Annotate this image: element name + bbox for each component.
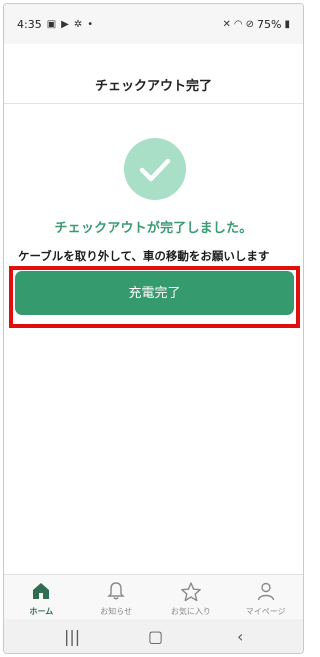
system-nav-bar: ||| ▢ ‹: [4, 619, 303, 653]
status-bar: 4:35 ▣ ▶ ✲ • ✕ ◠ ⊘ 75% ▮: [4, 4, 303, 44]
recent-apps-icon[interactable]: |||: [64, 627, 80, 646]
bell-icon: [107, 582, 125, 600]
charge-complete-button[interactable]: 充電完了: [15, 271, 294, 315]
app-frame: 4:35 ▣ ▶ ✲ • ✕ ◠ ⊘ 75% ▮ チェックアウト完了 チェックア…: [3, 3, 304, 654]
dot-icon: •: [87, 18, 94, 30]
play-icon: ▶: [61, 18, 69, 30]
gallery-icon: ▣: [46, 18, 57, 30]
page-header: チェックアウト完了: [4, 44, 303, 104]
nav-item-favorites[interactable]: お気に入り: [154, 575, 229, 619]
back-icon[interactable]: ‹: [237, 627, 243, 646]
bottom-nav: ホーム お知らせ お気に入り マイページ: [4, 574, 303, 619]
nav-label-home: ホーム: [29, 607, 54, 616]
person-icon: [257, 582, 274, 601]
nav-item-home[interactable]: ホーム: [4, 575, 79, 619]
star-icon: [180, 582, 201, 602]
settings-icon: ✲: [73, 18, 83, 30]
mute-icon: ✕: [222, 18, 231, 30]
nav-label-mypage: マイページ: [245, 607, 286, 616]
wifi-icon: ◠: [233, 18, 243, 30]
completion-message: チェックアウトが完了しました。: [54, 221, 253, 236]
page-title: チェックアウト完了: [94, 79, 212, 94]
home-button-icon[interactable]: ▢: [148, 627, 163, 646]
instruction-text: ケーブルを取り外して、車の移動をお願いします: [18, 249, 270, 263]
home-icon: [33, 583, 50, 599]
nav-label-notifications: お知らせ: [100, 607, 133, 616]
nav-label-favorites: お気に入り: [170, 607, 211, 616]
nav-item-mypage[interactable]: マイページ: [228, 575, 303, 619]
battery-icon: ▮: [284, 18, 290, 30]
main-content: チェックアウトが完了しました。 ケーブルを取り外して、車の移動をお願いします 充…: [4, 104, 303, 574]
battery-percent: 75%: [257, 18, 282, 31]
dnd-icon: ⊘: [245, 18, 255, 30]
nav-item-notifications[interactable]: お知らせ: [79, 575, 154, 619]
status-time: 4:35: [17, 18, 42, 31]
check-icon: [124, 138, 186, 200]
